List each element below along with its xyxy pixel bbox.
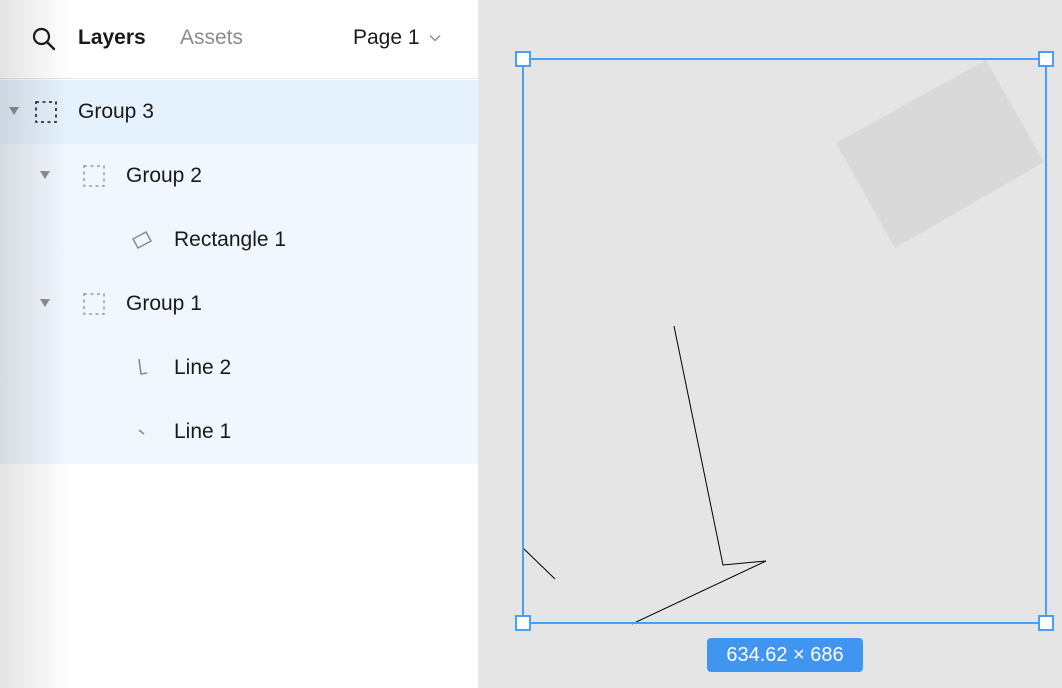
- layer-tree: Group 3 Group 2 Rectangle 1 Group 1 Line…: [0, 80, 478, 464]
- line-icon: [138, 429, 145, 435]
- polyline-icon: [138, 358, 148, 375]
- search-icon[interactable]: [31, 26, 57, 52]
- rectangle-1-shape[interactable]: [836, 60, 1044, 248]
- line-1-shape[interactable]: [522, 547, 556, 580]
- line-2-shape[interactable]: [631, 325, 767, 625]
- resize-handle-top-left[interactable]: [515, 51, 531, 67]
- layer-row-group-1[interactable]: Group 1: [0, 272, 478, 336]
- chevron-down-icon: [429, 35, 441, 42]
- tab-assets[interactable]: Assets: [180, 25, 243, 51]
- caret-down-icon[interactable]: [8, 106, 20, 116]
- panel-header: Layers Assets Page 1: [0, 0, 478, 79]
- caret-down-icon[interactable]: [39, 298, 51, 308]
- group-frame-icon: [83, 293, 105, 315]
- group-frame-icon: [35, 101, 57, 123]
- resize-handle-bottom-right[interactable]: [1038, 615, 1054, 631]
- canvas-artwork: [515, 51, 1054, 631]
- layer-label: Line 2: [174, 356, 232, 379]
- layers-panel: Layers Assets Page 1 Group 3 Group 2 Rec…: [0, 0, 478, 688]
- layer-row-rectangle-1[interactable]: Rectangle 1: [0, 208, 478, 272]
- layer-label: Rectangle 1: [174, 228, 287, 251]
- layer-label: Group 1: [126, 292, 202, 315]
- resize-handle-top-right[interactable]: [1038, 51, 1054, 67]
- app-window: Layers Assets Page 1 Group 3 Group 2 Rec…: [0, 0, 1062, 688]
- design-canvas[interactable]: 634.62 × 686: [478, 0, 1062, 688]
- resize-handle-bottom-left[interactable]: [515, 615, 531, 631]
- layer-label: Group 2: [126, 164, 202, 187]
- caret-down-icon[interactable]: [39, 170, 51, 180]
- layer-label: Line 1: [174, 420, 232, 443]
- layer-row-group-3[interactable]: Group 3: [0, 80, 478, 144]
- layer-row-line-2[interactable]: Line 2: [0, 336, 478, 400]
- selection-size-badge: 634.62 × 686: [707, 638, 863, 672]
- tab-layers[interactable]: Layers: [78, 25, 146, 51]
- group-frame-icon: [83, 165, 105, 187]
- rectangle-icon: [131, 230, 153, 250]
- layer-row-group-2[interactable]: Group 2: [0, 144, 478, 208]
- layer-row-line-1[interactable]: Line 1: [0, 400, 478, 464]
- page-selector-label: Page 1: [353, 26, 420, 49]
- page-selector[interactable]: Page 1: [353, 25, 442, 51]
- layer-label: Group 3: [78, 100, 154, 123]
